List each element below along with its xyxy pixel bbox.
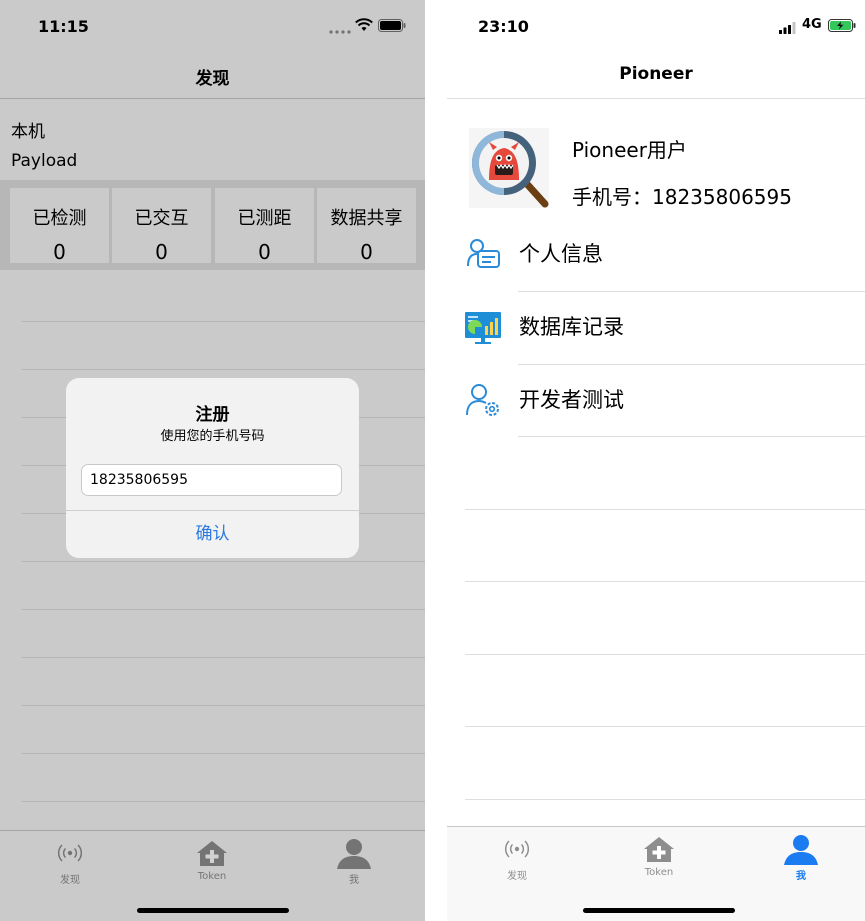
list-divider [465, 509, 865, 510]
battery-charging-icon [828, 17, 856, 36]
right-phone-screen: 23:10 4G Pioneer Pioneer用户 手机号：182358065… [447, 0, 865, 921]
tab-label: 我 [796, 871, 806, 882]
user-settings-icon [465, 382, 501, 418]
avatar [469, 128, 549, 208]
tab-label: Token [644, 867, 674, 878]
tab-me[interactable]: 我 [756, 833, 846, 882]
page-title: Pioneer [619, 64, 693, 84]
list-divider [465, 799, 865, 800]
network-type: 4G [802, 17, 822, 32]
profile-name: Pioneer用户 [572, 138, 687, 162]
person-icon [756, 833, 846, 865]
signal-bars-icon [779, 19, 797, 38]
menu-item-database-records[interactable]: 数据库记录 [465, 291, 865, 363]
tab-discover[interactable]: 发现 [472, 833, 562, 882]
home-plus-icon [614, 833, 704, 865]
navigation-bar: Pioneer [447, 52, 865, 99]
confirm-button[interactable]: 确认 [66, 511, 359, 558]
menu-item-personal-info[interactable]: 个人信息 [465, 218, 865, 290]
dialog-message: 使用您的手机号码 [160, 429, 265, 444]
tab-bar: 发现 Token 我 [447, 826, 865, 921]
id-card-icon [465, 236, 501, 272]
menu-item-label: 开发者测试 [519, 388, 624, 412]
menu-item-label: 个人信息 [519, 242, 603, 266]
profile-phone: 手机号：18235806595 [572, 185, 792, 209]
home-indicator [583, 908, 735, 913]
register-dialog: 注册 使用您的手机号码 确认 [66, 378, 359, 558]
menu-item-label: 数据库记录 [519, 315, 624, 339]
radio-waves-icon [472, 833, 562, 865]
phone-number-input[interactable] [81, 464, 342, 496]
dialog-title: 注册 [195, 405, 230, 425]
left-phone-screen: 11:15 发现 本机 Payload 已检测 0 已交互 0 已测距 0 数据 [0, 0, 425, 921]
tab-label: 发现 [507, 871, 527, 882]
menu-divider [518, 436, 865, 437]
tab-token[interactable]: Token [614, 833, 704, 878]
status-bar: 23:10 4G [447, 0, 865, 52]
list-divider [465, 654, 865, 655]
status-time: 23:10 [478, 17, 529, 36]
database-chart-icon [465, 309, 501, 345]
menu-item-developer-test[interactable]: 开发者测试 [465, 364, 865, 436]
list-divider [465, 581, 865, 582]
list-divider [465, 726, 865, 727]
